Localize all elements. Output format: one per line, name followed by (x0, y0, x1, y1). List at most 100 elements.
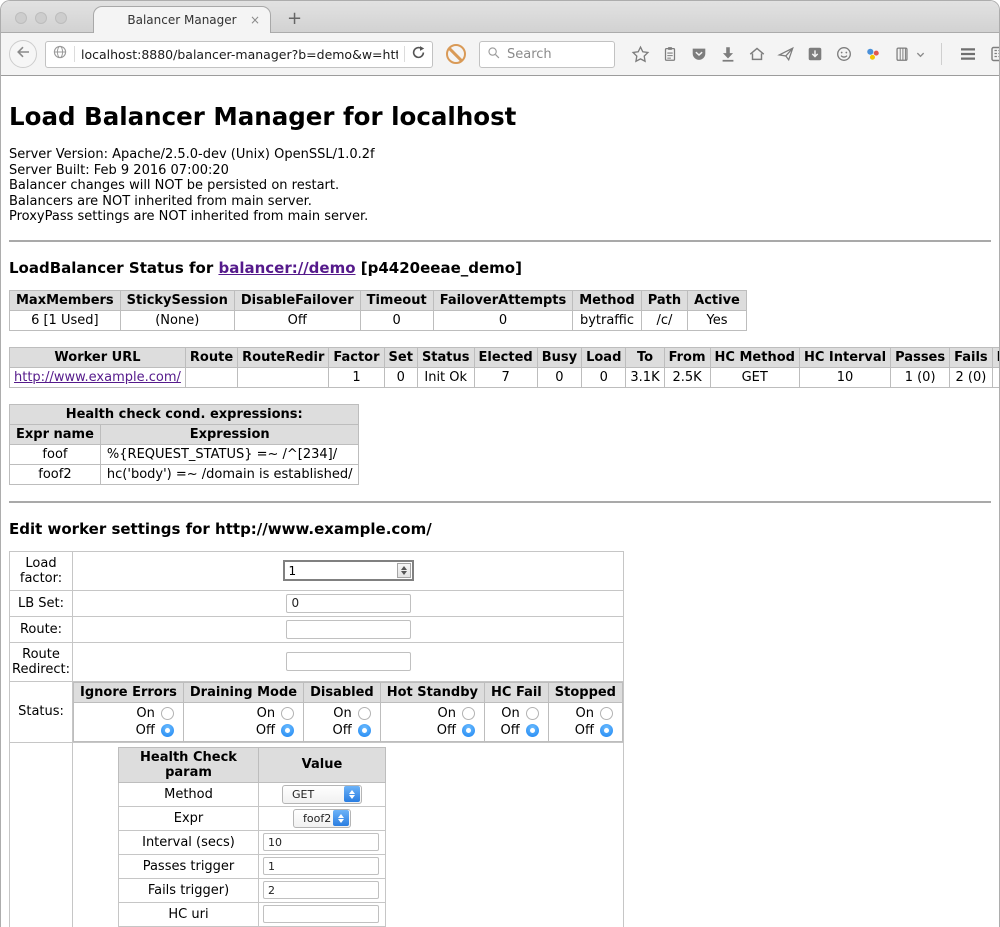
load-factor-label: Load factor: (10, 551, 73, 590)
search-bar[interactable]: Search (479, 41, 615, 68)
hc-uri-input[interactable] (263, 905, 379, 923)
col-active: Active (688, 290, 747, 310)
tab-bar: Balancer Manager × + (1, 1, 999, 33)
send-icon[interactable] (777, 45, 795, 63)
url-divider (404, 46, 405, 62)
worker-url-link[interactable]: http://www.example.com/ (14, 370, 181, 385)
stopped-on-radio[interactable] (600, 707, 613, 720)
inherit-note-line: Balancers are NOT inherited from main se… (9, 194, 991, 210)
interval-input[interactable] (263, 833, 379, 851)
table-header-row: MaxMembers StickySession DisableFailover… (10, 290, 747, 310)
fails-input[interactable] (263, 881, 379, 899)
col-disablefailover: DisableFailover (234, 290, 360, 310)
window-minimize-button[interactable] (35, 12, 47, 24)
colored-dots-icon[interactable] (864, 45, 882, 63)
server-info: Server Version: Apache/2.5.0-dev (Unix) … (9, 147, 991, 225)
hamburger-menu-icon[interactable] (958, 44, 978, 64)
edit-worker-heading: Edit worker settings for http://www.exam… (9, 520, 991, 538)
route-input[interactable] (286, 620, 411, 639)
hot-standby-off-radio[interactable] (462, 724, 475, 737)
container-icon[interactable] (893, 45, 911, 63)
col-hc-param: Health Check param (119, 747, 259, 782)
expr-label: Expr (119, 806, 259, 830)
window-zoom-button[interactable] (55, 12, 67, 24)
home-icon[interactable] (748, 45, 766, 63)
col-failoverattempts: FailoverAttempts (433, 290, 573, 310)
expr-table-title: Health check cond. expressions: (10, 404, 359, 424)
tab-balancer-manager[interactable]: Balancer Manager × (93, 6, 271, 33)
back-button[interactable] (9, 40, 37, 68)
download-icon[interactable] (719, 45, 737, 63)
col-hc-fail: HC Fail (485, 682, 549, 702)
col-hot-standby: Hot Standby (380, 682, 484, 702)
worker-status-table: Worker URL Route RouteRedir Factor Set S… (9, 347, 1000, 388)
disabled-on-radio[interactable] (358, 707, 371, 720)
col-timeout: Timeout (360, 290, 433, 310)
tab-title: Balancer Manager (127, 13, 236, 27)
number-spinner[interactable] (397, 563, 411, 578)
toolbar-buttons (631, 43, 1000, 65)
back-icon (15, 44, 31, 64)
table-row: http://www.example.com/ 1 0 Init Ok 7 0 … (10, 367, 1000, 387)
balancer-status-heading: LoadBalancer Status for balancer://demo … (9, 259, 991, 277)
globe-icon (52, 44, 68, 64)
disabled-off-radio[interactable] (358, 724, 371, 737)
route-redirect-input[interactable] (286, 652, 411, 671)
col-draining-mode: Draining Mode (183, 682, 303, 702)
divider (9, 501, 991, 503)
content-blocked-icon[interactable] (446, 44, 466, 64)
smiley-chat-icon[interactable] (835, 45, 853, 63)
hc-fail-off-radio[interactable] (526, 724, 539, 737)
hc-uri-label: HC uri (119, 902, 259, 926)
bookmark-star-icon[interactable] (631, 45, 650, 64)
col-disabled: Disabled (304, 682, 381, 702)
select-arrows-icon (333, 810, 349, 826)
square-download-icon[interactable] (806, 45, 824, 63)
balancer-status-table: MaxMembers StickySession DisableFailover… (9, 290, 747, 331)
table-header-row: Expr name Expression (10, 424, 359, 444)
new-tab-button[interactable]: + (287, 10, 302, 28)
passes-input[interactable] (263, 857, 379, 875)
window-controls (15, 12, 67, 24)
server-version-line: Server Version: Apache/2.5.0-dev (Unix) … (9, 147, 991, 163)
divider (9, 240, 991, 242)
empty-label-cell (10, 742, 73, 927)
route-label: Route: (10, 616, 73, 642)
interval-label: Interval (secs) (119, 830, 259, 854)
clipboard-icon[interactable] (661, 45, 679, 63)
col-hc-value: Value (259, 747, 386, 782)
url-bar[interactable]: localhost:8880/balancer-manager?b=demo&w… (45, 41, 433, 68)
col-maxmembers: MaxMembers (10, 290, 121, 310)
ignore-errors-off-radio[interactable] (161, 724, 174, 737)
draining-mode-on-radio[interactable] (281, 707, 294, 720)
hc-fail-on-radio[interactable] (526, 707, 539, 720)
fails-label: Fails trigger) (119, 878, 259, 902)
load-factor-input[interactable] (283, 560, 414, 581)
route-redirect-label: Route Redirect: (10, 642, 73, 681)
expr-select[interactable]: foof2 (293, 809, 351, 828)
reload-button[interactable] (411, 45, 426, 64)
pocket-icon[interactable] (690, 45, 708, 63)
grid-panel-icon[interactable] (989, 44, 1000, 64)
tab-close-icon[interactable]: × (250, 14, 260, 26)
col-ignore-errors: Ignore Errors (74, 682, 184, 702)
load-factor-field[interactable] (289, 564, 389, 578)
stopped-off-radio[interactable] (600, 724, 613, 737)
page-title: Load Balancer Manager for localhost (9, 102, 991, 131)
url-text[interactable]: localhost:8880/balancer-manager?b=demo&w… (81, 47, 398, 62)
lb-set-input[interactable] (286, 594, 411, 613)
col-stopped: Stopped (548, 682, 622, 702)
health-check-expressions-table: Health check cond. expressions: Expr nam… (9, 404, 359, 485)
dropdown-caret-icon[interactable] (916, 50, 925, 59)
ignore-errors-on-radio[interactable] (161, 707, 174, 720)
navigation-toolbar: localhost:8880/balancer-manager?b=demo&w… (1, 33, 999, 76)
window-close-button[interactable] (15, 12, 27, 24)
table-row: foof %{REQUEST_STATUS} =~ /^[234]/ (10, 444, 359, 464)
method-select[interactable]: GET (282, 785, 362, 804)
balancer-demo-link[interactable]: balancer://demo (218, 259, 355, 277)
hot-standby-on-radio[interactable] (462, 707, 475, 720)
server-built-line: Server Built: Feb 9 2016 07:00:20 (9, 163, 991, 179)
search-placeholder: Search (507, 47, 552, 62)
heading-suffix: [p4420eeae_demo] (356, 259, 522, 277)
draining-mode-off-radio[interactable] (281, 724, 294, 737)
